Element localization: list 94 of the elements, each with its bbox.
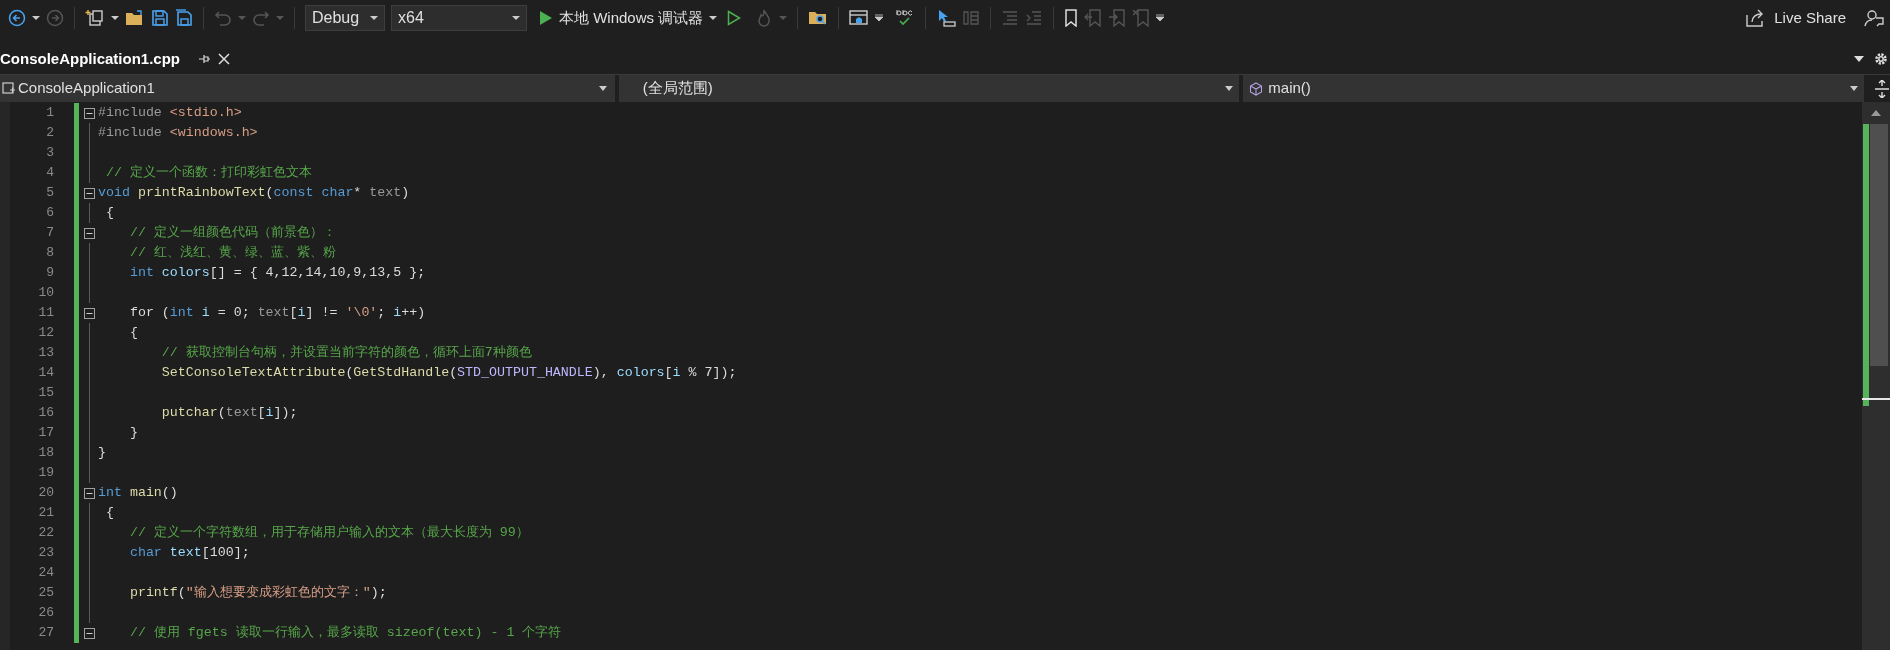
line-number: 2	[46, 125, 54, 140]
collapse-icon[interactable]	[83, 307, 95, 319]
line-number: 3	[46, 145, 54, 160]
line-number: 8	[46, 245, 54, 260]
caret-icon[interactable]	[512, 15, 520, 21]
window-icon[interactable]	[849, 9, 870, 27]
caret-icon[interactable]	[709, 15, 718, 21]
code-line: {	[104, 504, 114, 522]
collapse-icon[interactable]	[83, 487, 95, 499]
member-dropdown[interactable]: main()	[1243, 75, 1864, 102]
line-number: 4	[46, 165, 54, 180]
scope-dropdown[interactable]: (全局范围)	[618, 75, 1240, 102]
pointer-icon[interactable]	[936, 8, 957, 28]
caret-position-marker	[1862, 398, 1890, 400]
caret-icon[interactable]	[1850, 86, 1858, 91]
back-icon[interactable]	[8, 9, 26, 27]
line-number: 14	[38, 365, 54, 380]
line-number: 21	[38, 505, 54, 520]
line-number: 10	[38, 285, 54, 300]
code-line: // 使用 fgets 读取一行输入，最多读取 sizeof(text) - 1 个字符	[128, 624, 562, 642]
caret-icon[interactable]	[370, 15, 378, 21]
code-line: int main()	[98, 484, 178, 502]
line-number: 23	[38, 545, 54, 560]
code-line: {	[128, 324, 138, 342]
code-line: void printRainbowText(const char* text)	[98, 184, 410, 202]
line-number: 25	[38, 585, 54, 600]
play-icon[interactable]	[539, 10, 553, 26]
project-icon	[2, 81, 16, 96]
line-number: 26	[38, 605, 54, 620]
line-number: 1	[46, 105, 54, 120]
code-line: }	[98, 444, 106, 462]
cube-icon	[1249, 81, 1264, 96]
save-icon[interactable]	[151, 9, 169, 27]
code-line: int colors[] = { 4,12,14,10,9,13,5 };	[128, 264, 426, 282]
line-number: 18	[38, 445, 54, 460]
line-number: 24	[38, 565, 54, 580]
line-number: 17	[38, 425, 54, 440]
play-outline-icon[interactable]	[727, 10, 742, 26]
line-number: 12	[38, 325, 54, 340]
line-number: 19	[38, 465, 54, 480]
scroll-up-icon[interactable]	[1871, 110, 1881, 116]
close-icon[interactable]	[218, 53, 230, 65]
new-item-icon[interactable]	[85, 8, 105, 28]
collapse-icon[interactable]	[83, 627, 95, 639]
collapse-icon[interactable]	[83, 107, 95, 119]
bookmark-icon[interactable]	[1064, 9, 1079, 27]
collapse-icon[interactable]	[83, 227, 95, 239]
folder-search-icon[interactable]	[808, 9, 829, 27]
project-dropdown[interactable]: ConsoleApplication1	[0, 75, 615, 102]
code-line: #include <windows.h>	[98, 124, 258, 142]
caret-icon[interactable]	[111, 15, 119, 21]
configuration-dropdown[interactable]: Debug	[305, 5, 385, 31]
line-number: 11	[38, 305, 54, 320]
scrollbar[interactable]	[1862, 102, 1890, 650]
code-line: char text[100];	[128, 544, 250, 562]
caret-icon[interactable]	[32, 15, 40, 21]
code-line: // 定义一组颜色代码（前景色）：	[128, 224, 336, 242]
code-line: // 定义一个字符数组，用于存储用户输入的文本（最大长度为 99）	[128, 524, 529, 542]
line-number: 13	[38, 345, 54, 360]
code-line: }	[128, 424, 138, 442]
code-line: for (int i = 0; text[i] != '\0'; i++)	[128, 304, 426, 322]
save-all-icon[interactable]	[175, 9, 193, 27]
code-line: putchar(text[i]);	[160, 404, 298, 422]
line-number: 7	[46, 225, 54, 240]
overflow-icon[interactable]	[1156, 14, 1165, 22]
platform-dropdown[interactable]: x64	[391, 5, 527, 31]
code-line: {	[104, 204, 114, 222]
line-number: 22	[38, 525, 54, 540]
line-number: 16	[38, 405, 54, 420]
line-number: 20	[38, 485, 54, 500]
caret-icon[interactable]	[875, 14, 884, 22]
code-line: printf("输入想要变成彩虹色的文字：");	[128, 584, 387, 602]
line-number: 27	[38, 625, 54, 640]
line-number: 5	[46, 185, 54, 200]
live-share-button[interactable]: Live Share	[1746, 6, 1846, 30]
pin-icon[interactable]	[198, 53, 210, 65]
code-line: // 定义一个函数：打印彩虹色文本	[104, 164, 312, 182]
settings-icon[interactable]	[1874, 52, 1888, 66]
code-line: // 获取控制台句柄，并设置当前字符的颜色，循环上面7种颜色	[160, 344, 532, 362]
run-debugger-button[interactable]: 本地 Windows 调试器	[559, 6, 704, 30]
caret-icon[interactable]	[1225, 86, 1234, 91]
code-line: // 红、浅红、黄、绿、蓝、紫、粉	[128, 244, 336, 262]
scroll-thumb[interactable]	[1870, 124, 1888, 366]
line-number: 15	[38, 385, 54, 400]
tab-list-dropdown-icon[interactable]	[1854, 56, 1864, 62]
person-feedback-icon[interactable]	[1864, 8, 1884, 28]
code-line: #include <stdio.h>	[98, 104, 242, 122]
code-line: SetConsoleTextAttribute(GetStdHandle(STD_OUTPUT_HANDLE), colors[i % 7]);	[160, 364, 737, 382]
split-window-icon[interactable]	[1874, 79, 1890, 98]
line-number: 9	[46, 265, 54, 280]
line-number: 6	[46, 205, 54, 220]
folder-icon[interactable]	[125, 9, 145, 27]
collapse-icon[interactable]	[83, 187, 95, 199]
caret-icon[interactable]	[598, 86, 607, 91]
